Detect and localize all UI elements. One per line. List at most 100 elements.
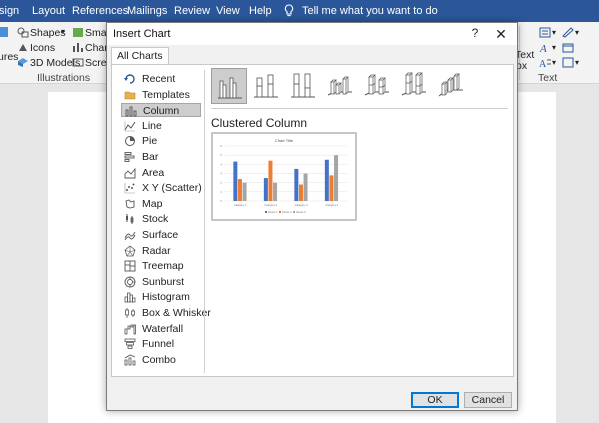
close-button[interactable]: ✕ <box>493 26 509 42</box>
y-tick-label: 6 <box>221 144 223 148</box>
subtype-3d-stacked-column[interactable] <box>359 68 395 104</box>
subtype-title: Clustered Column <box>211 116 308 130</box>
chart-type-treemap[interactable]: Treemap <box>121 259 201 273</box>
date-time-icon[interactable] <box>562 42 574 53</box>
text-group-label: Text <box>538 72 558 84</box>
help-button[interactable]: ? <box>468 26 482 42</box>
chart-type-label: Pie <box>142 135 158 148</box>
chart-type-label: Radar <box>142 244 171 257</box>
chart-type-combo[interactable]: Combo <box>121 353 201 367</box>
3d-column-icon <box>438 73 463 97</box>
x-tick-label: Category 4 <box>325 203 338 207</box>
wordart-icon[interactable]: A <box>539 42 551 53</box>
chart-type-line[interactable]: Line <box>121 119 201 133</box>
chart-type-histogram[interactable]: Histogram <box>121 290 201 304</box>
bar-chart-icon <box>124 152 135 162</box>
ok-button[interactable]: OK <box>411 392 459 408</box>
chart-type-column[interactable]: Column <box>121 103 201 118</box>
tab-review[interactable]: Review <box>174 5 210 17</box>
tab-layout[interactable]: Layout <box>32 5 65 17</box>
tab-references[interactable]: References <box>72 5 128 17</box>
tab-help[interactable]: Help <box>249 5 272 17</box>
legend-swatch <box>293 211 295 213</box>
chart-type-label: Templates <box>142 88 190 101</box>
preview-bar <box>298 184 303 201</box>
signature-line-icon[interactable] <box>562 27 574 38</box>
preview-bar <box>273 182 278 201</box>
list-divider <box>204 70 205 373</box>
svg-text:A: A <box>539 43 547 53</box>
chart-type-label: Funnel <box>142 338 175 351</box>
quick-parts-icon[interactable] <box>539 27 551 38</box>
tab-design[interactable]: sign <box>0 5 19 17</box>
chart-type-funnel[interactable]: Funnel <box>121 337 201 351</box>
sunburst-chart-icon <box>124 276 136 288</box>
chart-type-recent[interactable]: Recent <box>121 72 201 86</box>
chart-icon <box>73 43 83 52</box>
subtype-3d-column[interactable] <box>433 68 469 104</box>
preview-bar <box>329 175 334 201</box>
quick-parts-dropdown-icon[interactable]: ▾ <box>552 28 556 37</box>
icons-button[interactable]: Icons <box>30 42 55 54</box>
preview-bar <box>303 173 308 201</box>
chart-type-stock[interactable]: Stock <box>121 212 201 226</box>
pictures-label[interactable]: ures <box>0 51 18 63</box>
recent-icon <box>124 74 135 84</box>
dialog-tabstrip: All Charts <box>107 45 517 65</box>
wordart-dropdown-icon[interactable]: ▾ <box>552 43 556 52</box>
chart-preview[interactable]: 0 1 2 3 4 5 6 Chart Title Category 1 Category 2… <box>211 132 357 221</box>
chart-type-templates[interactable]: Templates <box>121 88 201 102</box>
x-tick-label: Category 3 <box>295 203 308 207</box>
chart-type-surface[interactable]: Surface <box>121 228 201 242</box>
tab-all-charts[interactable]: All Charts <box>111 47 169 65</box>
y-tick-label: 5 <box>221 153 223 157</box>
shapes-dropdown-icon[interactable]: ▾ <box>61 27 65 36</box>
subtype-3d-100-stacked-column[interactable] <box>396 68 432 104</box>
chart-type-label: Box & Whisker <box>142 307 211 319</box>
chart-type-label: Combo <box>142 353 176 366</box>
x-tick-label: Category 1 <box>234 203 247 207</box>
illustrations-group-label: Illustrations <box>37 72 91 84</box>
object-dropdown-icon[interactable]: ▾ <box>575 58 579 67</box>
chart-type-waterfall[interactable]: Waterfall <box>121 322 201 336</box>
3d-models-icon <box>18 58 28 67</box>
tell-me-search[interactable]: Tell me what you want to do <box>302 5 438 17</box>
chart-type-radar[interactable]: Radar <box>121 244 201 258</box>
subtype-100-stacked-column[interactable] <box>285 68 321 104</box>
subtype-clustered-column[interactable] <box>211 68 247 104</box>
chart-type-box-whisker[interactable]: Box & Whisker <box>121 306 211 320</box>
chart-type-scatter[interactable]: X Y (Scatter) <box>121 181 202 195</box>
legend-swatch <box>279 211 281 213</box>
chart-type-pie[interactable]: Pie <box>121 134 201 148</box>
radar-chart-icon <box>124 245 136 256</box>
cancel-button[interactable]: Cancel <box>464 392 512 408</box>
chart-type-area[interactable]: Area <box>121 166 201 180</box>
treemap-chart-icon <box>124 260 136 272</box>
3d-stacked-column-icon <box>364 74 389 96</box>
signature-dropdown-icon[interactable]: ▾ <box>575 28 579 37</box>
subtype-3d-clustered-column[interactable] <box>322 68 358 104</box>
x-tick-label: Category 2 <box>264 203 277 207</box>
drop-cap-icon[interactable]: A <box>539 57 551 68</box>
drop-cap-dropdown-icon[interactable]: ▾ <box>552 58 556 67</box>
chart-type-label: Area <box>142 166 165 179</box>
chart-type-label: Histogram <box>142 291 190 304</box>
screenshot-icon <box>72 58 84 67</box>
pictures-icon[interactable] <box>0 26 9 38</box>
subtype-stacked-column[interactable] <box>248 68 284 104</box>
lightbulb-icon <box>284 4 294 17</box>
tab-view[interactable]: View <box>216 5 240 17</box>
chart-type-sunburst[interactable]: Sunburst <box>121 275 201 289</box>
preview-bar <box>268 160 273 201</box>
y-tick-label: 4 <box>221 162 223 166</box>
object-icon[interactable] <box>562 57 574 68</box>
3d-100-stacked-column-icon <box>401 72 426 96</box>
chart-type-bar[interactable]: Bar <box>121 150 201 164</box>
tab-mailings[interactable]: Mailings <box>127 5 167 17</box>
chart-type-map[interactable]: Map <box>121 197 201 211</box>
dialog-title-bar[interactable]: Insert Chart ? ✕ <box>107 23 517 45</box>
preview-bar <box>334 155 339 201</box>
surface-chart-icon <box>124 231 136 241</box>
preview-bar <box>237 179 242 201</box>
area-chart-icon <box>124 167 136 179</box>
